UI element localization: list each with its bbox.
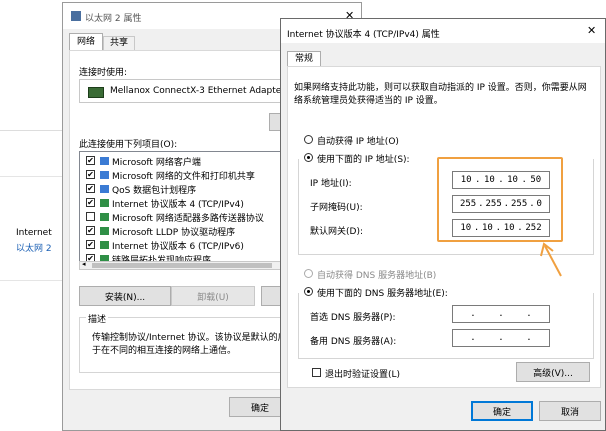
description-text-1: 传输控制协议/Internet 协议。该协议是默认的广域 <box>92 333 296 343</box>
item-label: QoS 数据包计划程序 <box>112 186 197 196</box>
item-label: Microsoft 网络适配器多路传送器协议 <box>112 214 264 224</box>
tab-general[interactable]: 常规 <box>287 51 321 67</box>
uninstall-button[interactable]: 卸载(U) <box>171 286 255 306</box>
item-label: Internet 协议版本 6 (TCP/IPv6) <box>112 242 244 252</box>
window-title: 以太网 2 属性 <box>85 14 142 24</box>
item-icon <box>100 171 109 179</box>
alternate-dns-label: 备用 DNS 服务器(A): <box>310 337 397 347</box>
dns-group <box>298 293 594 359</box>
subnet-label: 子网掩码(U): <box>310 203 363 213</box>
adapter-link[interactable]: 以太网 2 <box>16 241 52 254</box>
window-icon <box>71 11 81 21</box>
auto-ip-label: 自动获得 IP 地址(O) <box>317 137 399 147</box>
dialog-ok-button[interactable]: 确定 <box>471 401 533 421</box>
item-checkbox[interactable]: ✔ <box>86 198 95 207</box>
item-checkbox[interactable] <box>86 212 95 221</box>
install-button[interactable]: 安装(N)... <box>79 286 171 306</box>
auto-dns-label: 自动获得 DNS 服务器地址(B) <box>317 271 437 281</box>
alternate-dns-field[interactable]: ... <box>452 329 550 347</box>
auto-dns-radio[interactable] <box>304 269 313 278</box>
advanced-button[interactable]: 高级(V)... <box>516 362 590 382</box>
octet-dot: . <box>526 309 532 319</box>
gateway-label: 默认网关(D): <box>310 227 363 237</box>
scroll-thumb[interactable] <box>92 263 272 268</box>
octet-dot: . <box>498 333 504 343</box>
item-checkbox[interactable]: ✔ <box>86 226 95 235</box>
background-panel: Internet 以太网 2 <box>0 130 62 271</box>
item-checkbox[interactable]: ✔ <box>86 170 95 179</box>
item-icon <box>100 199 109 207</box>
annotation-arrow <box>540 242 562 277</box>
auto-ip-radio[interactable] <box>304 135 313 144</box>
adapter-icon <box>88 87 104 98</box>
item-checkbox[interactable]: ✔ <box>86 184 95 193</box>
description-title: 描述 <box>86 312 109 325</box>
item-checkbox[interactable]: ✔ <box>86 156 95 165</box>
dialog-cancel-button[interactable]: 取消 <box>539 401 601 421</box>
dialog-title: Internet 协议版本 4 (TCP/IPv4) 属性 <box>287 30 440 40</box>
octet-dot: . <box>470 309 476 319</box>
network-label: Internet <box>16 228 52 238</box>
description-text-2: 于在不同的相互连接的网络上通信。 <box>92 346 237 356</box>
item-icon <box>100 157 109 165</box>
adapter-name: Mellanox ConnectX-3 Ethernet Adapter <box>110 86 286 96</box>
item-icon <box>100 227 109 235</box>
tab-network[interactable]: 网络 <box>69 33 103 51</box>
connect-using-label: 连接时使用: <box>79 68 128 78</box>
close-icon[interactable]: ✕ <box>587 24 596 37</box>
item-icon <box>100 213 109 221</box>
items-label: 此连接使用下列项目(O): <box>79 140 178 150</box>
dialog-title-bar: Internet 协议版本 4 (TCP/IPv4) 属性 ✕ <box>281 19 605 43</box>
bg-line <box>0 280 62 281</box>
item-label: Microsoft 网络客户端 <box>112 158 201 168</box>
octet-dot: . <box>526 333 532 343</box>
item-label: Internet 协议版本 4 (TCP/IPv4) <box>112 200 244 210</box>
intro-text-2: 络系统管理员处获得适当的 IP 设置。 <box>294 96 443 106</box>
preferred-dns-label: 首选 DNS 服务器(P): <box>310 313 396 323</box>
validate-checkbox[interactable] <box>312 368 321 377</box>
highlight-box <box>437 157 563 242</box>
validate-label: 退出时验证设置(L) <box>325 370 401 380</box>
scroll-left-icon[interactable]: ◂ <box>82 260 86 268</box>
preferred-dns-field[interactable]: ... <box>452 305 550 323</box>
tab-sharing[interactable]: 共享 <box>103 36 135 51</box>
item-icon <box>100 241 109 249</box>
item-label: Microsoft LLDP 协议驱动程序 <box>112 228 236 238</box>
ip-address-label: IP 地址(I): <box>310 179 352 189</box>
item-icon <box>100 185 109 193</box>
item-label: Microsoft 网络的文件和打印机共享 <box>112 172 255 182</box>
intro-text-1: 如果网络支持此功能，则可以获取自动指派的 IP 设置。否则，你需要从网 <box>294 83 587 93</box>
item-checkbox[interactable]: ✔ <box>86 240 95 249</box>
octet-dot: . <box>498 309 504 319</box>
octet-dot: . <box>470 333 476 343</box>
